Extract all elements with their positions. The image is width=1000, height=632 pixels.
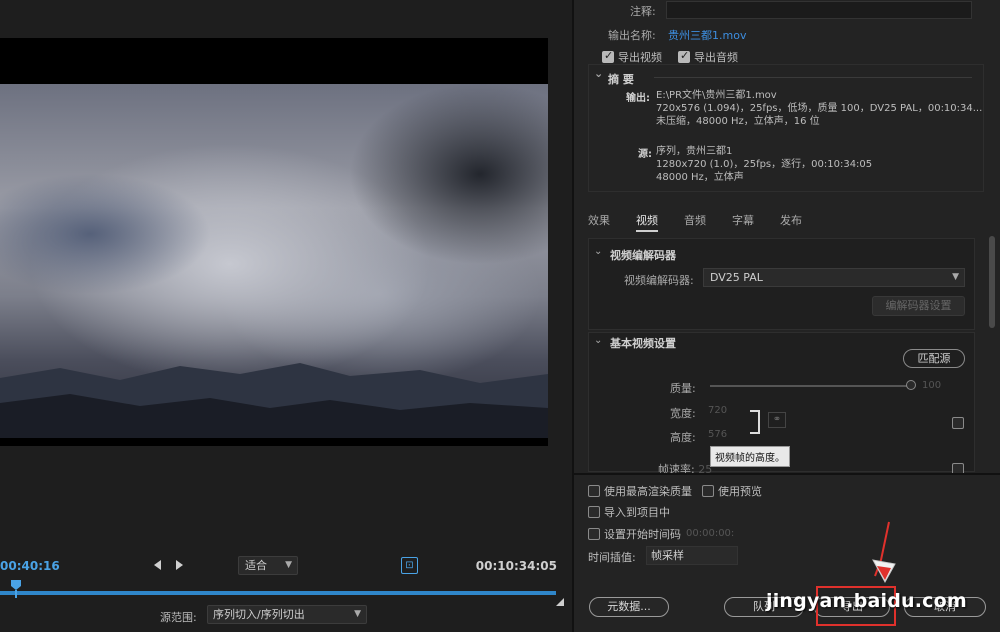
- codec-value: DV25 PAL: [710, 271, 763, 284]
- summary-source-line: 1280x720 (1.0)，25fps，逐行，00:10:34:05: [656, 159, 873, 170]
- chevron-down-icon[interactable]: ⌄: [594, 246, 602, 257]
- video-codec-heading[interactable]: 视频编解码器: [610, 247, 676, 263]
- export-video-label: 导出视频: [618, 51, 662, 64]
- import-into-project-checkbox[interactable]: 导入到项目中: [588, 504, 670, 520]
- export-audio-checkbox[interactable]: 导出音频: [678, 49, 738, 65]
- chevron-down-icon: ▼: [952, 272, 959, 282]
- summary-source-values: 序列，贵州三都1 1280x720 (1.0)，25fps，逐行，00:10:3…: [656, 145, 872, 184]
- mountain-silhouette: [0, 363, 548, 438]
- divider: [654, 77, 972, 78]
- summary-source-key: 源:: [638, 149, 652, 160]
- checkbox-icon: [588, 506, 600, 518]
- chevron-down-icon: ▼: [354, 609, 361, 619]
- height-label: 高度:: [670, 431, 696, 444]
- set-start-timecode-label: 设置开始时间码: [604, 528, 681, 541]
- use-previews-label: 使用预览: [718, 485, 762, 498]
- summary-output-values: E:\PR文件\贵州三都1.mov 720x576 (1.094)，25fps，…: [656, 89, 982, 128]
- zoom-fit-select[interactable]: 适合 ▼: [238, 556, 298, 575]
- aspect-toggle-icon[interactable]: ⊡: [401, 557, 418, 574]
- watermark-text: jingyan.baidu.com: [766, 590, 967, 612]
- checkbox-icon: [588, 485, 600, 497]
- set-start-timecode-checkbox[interactable]: 设置开始时间码: [588, 526, 681, 542]
- tab-audio[interactable]: 音频: [684, 212, 706, 228]
- checkbox-checked-icon: [678, 49, 690, 63]
- start-timecode-value[interactable]: 00:00:00:: [686, 528, 734, 539]
- metadata-button[interactable]: 元数据...: [589, 597, 669, 617]
- max-render-quality-label: 使用最高渲染质量: [604, 485, 692, 498]
- summary-output-key: 输出:: [626, 93, 650, 104]
- height-tooltip: 视频帧的高度。: [710, 446, 790, 467]
- codec-select[interactable]: DV25 PAL ▼: [703, 268, 965, 287]
- out-point-marker-icon[interactable]: [556, 598, 564, 606]
- source-range-label: 源范围:: [160, 611, 197, 624]
- codec-settings-button[interactable]: 编解码器设置: [872, 296, 965, 316]
- playhead-line: [15, 590, 17, 598]
- summary-output-line: E:\PR文件\贵州三都1.mov: [656, 90, 777, 101]
- mark-in-icon[interactable]: [154, 560, 161, 570]
- link-bracket: [750, 410, 760, 434]
- source-range-select[interactable]: 序列切入/序列切出 ▼: [207, 605, 367, 624]
- summary-source-line: 序列，贵州三都1: [656, 146, 733, 157]
- quality-label: 质量:: [670, 382, 696, 395]
- checkbox-checked-icon: [602, 49, 614, 63]
- chevron-down-icon[interactable]: ⌄: [594, 335, 602, 346]
- tab-video[interactable]: 视频: [636, 212, 658, 232]
- chain-link-icon[interactable]: ⚭: [768, 412, 786, 428]
- comment-label: 注释:: [630, 5, 656, 18]
- import-into-project-label: 导入到项目中: [604, 506, 670, 519]
- comment-field[interactable]: [666, 1, 972, 19]
- codec-label: 视频编解码器:: [624, 274, 694, 287]
- checkbox-icon: [952, 417, 964, 429]
- settings-scrollbar[interactable]: [989, 236, 995, 328]
- summary-output-line: 未压缩，48000 Hz，立体声，16 位: [656, 116, 820, 127]
- export-settings-panel: 注释: 输出名称: 贵州三都1.mov 导出视频 导出音频 摘 要 输出: E:…: [572, 0, 1000, 632]
- settings-tabs: 效果 视频 音频 字幕 发布: [588, 212, 984, 234]
- time-interpolation-label: 时间插值:: [588, 551, 636, 564]
- tab-effects[interactable]: 效果: [588, 212, 610, 228]
- source-range-value: 序列切入/序列切出: [213, 608, 305, 621]
- mark-out-icon[interactable]: [176, 560, 183, 570]
- width-label: 宽度:: [670, 407, 696, 420]
- output-name-link[interactable]: 贵州三都1.mov: [668, 27, 746, 43]
- basic-video-heading[interactable]: 基本视频设置: [610, 335, 676, 351]
- height-value[interactable]: 576: [708, 429, 727, 440]
- match-source-button[interactable]: 匹配源: [903, 349, 965, 368]
- max-render-quality-checkbox[interactable]: 使用最高渲染质量: [588, 483, 692, 499]
- quality-slider-handle[interactable]: [906, 380, 916, 390]
- quality-slider[interactable]: [710, 385, 910, 387]
- current-timecode[interactable]: 00:40:16: [0, 559, 60, 573]
- zoom-fit-value: 适合: [245, 559, 267, 572]
- summary-heading[interactable]: 摘 要: [594, 67, 634, 87]
- chevron-down-icon: ▼: [285, 560, 292, 570]
- use-previews-checkbox[interactable]: 使用预览: [702, 483, 762, 499]
- quality-value[interactable]: 100: [922, 380, 941, 391]
- annotation-arrow-icon: [872, 521, 896, 584]
- preview-panel: 00:40:16 适合 ▼ ⊡ 00:10:34:05 源范围: 序列切入/序列…: [0, 0, 572, 632]
- export-video-checkbox[interactable]: 导出视频: [602, 49, 662, 65]
- output-name-label: 输出名称:: [608, 29, 656, 42]
- export-audio-label: 导出音频: [694, 51, 738, 64]
- timeline-track[interactable]: [0, 591, 556, 595]
- summary-output-line: 720x576 (1.094)，25fps，低场，质量 100，DV25 PAL…: [656, 103, 983, 114]
- time-interpolation-select[interactable]: 帧采样: [646, 546, 738, 565]
- tab-captions[interactable]: 字幕: [732, 212, 754, 228]
- checkbox-icon: [702, 485, 714, 497]
- playhead-icon[interactable]: [11, 580, 21, 590]
- checkbox-icon: [588, 528, 600, 540]
- width-value[interactable]: 720: [708, 405, 727, 416]
- duration-timecode: 00:10:34:05: [475, 559, 557, 573]
- video-preview: [0, 38, 548, 446]
- summary-source-line: 48000 Hz，立体声: [656, 172, 744, 183]
- width-height-checkbox[interactable]: [952, 416, 964, 429]
- tab-publish[interactable]: 发布: [780, 212, 802, 228]
